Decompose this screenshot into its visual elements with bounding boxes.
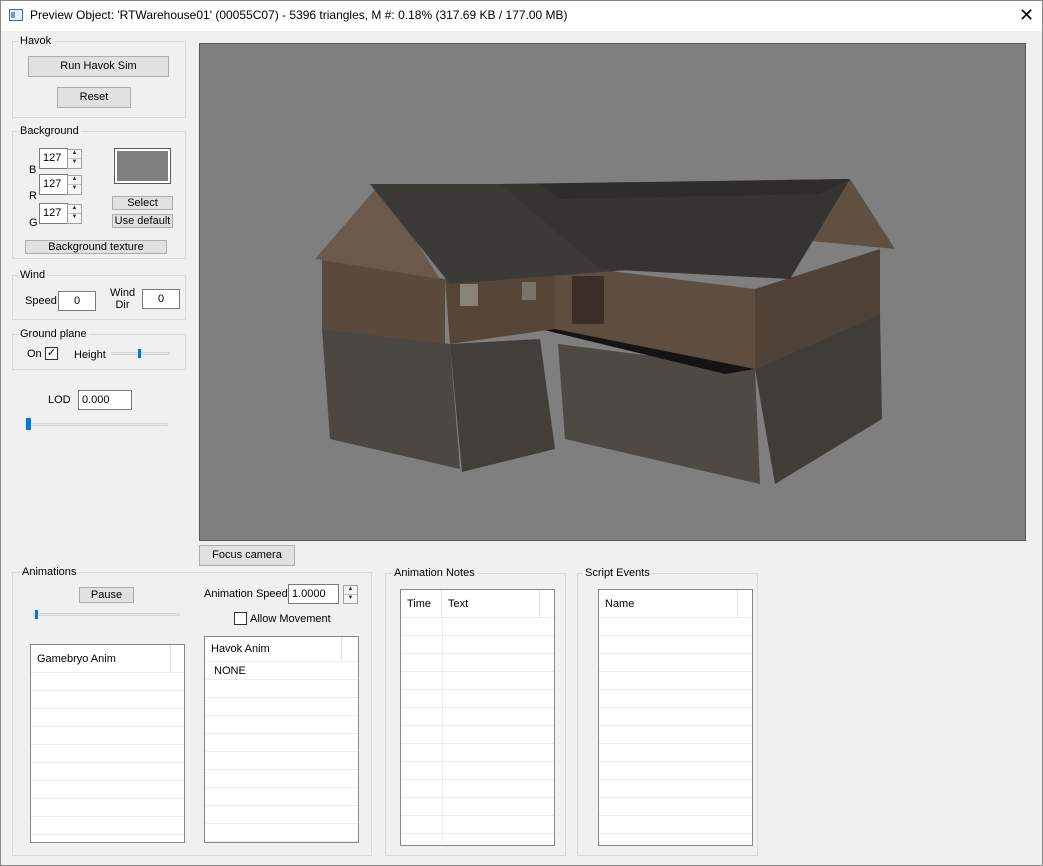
channel-g-spinner[interactable]: ▲ ▼ (67, 204, 82, 224)
background-texture-button[interactable]: Background texture (25, 240, 167, 254)
foundation-front-left (450, 339, 555, 472)
havok-anim-column[interactable]: Havok Anim (205, 637, 342, 662)
reset-button[interactable]: Reset (57, 87, 131, 108)
background-group-label: Background (18, 125, 81, 137)
chevron-up-icon[interactable]: ▲ (68, 176, 81, 185)
channel-g-label: G (29, 217, 38, 229)
chevron-down-icon[interactable]: ▼ (68, 185, 81, 194)
animation-time-slider-thumb[interactable] (35, 610, 38, 619)
animation-notes-rows (401, 618, 554, 845)
chevron-up-icon[interactable]: ▲ (344, 586, 357, 595)
gamebryo-anim-header: Gamebryo Anim (31, 645, 184, 673)
script-events-list[interactable]: Name (598, 589, 753, 846)
close-icon[interactable]: ✕ (1010, 2, 1043, 29)
gamebryo-anim-column[interactable]: Gamebryo Anim (31, 645, 171, 673)
channel-g-input[interactable]: 127 (39, 203, 68, 224)
check-icon: ✓ (46, 347, 57, 359)
allow-movement-label: Allow Movement (250, 613, 331, 625)
ground-on-checkbox[interactable]: ✓ (45, 347, 58, 360)
run-havok-sim-button[interactable]: Run Havok Sim (28, 56, 169, 77)
chevron-down-icon[interactable]: ▼ (68, 159, 81, 168)
animation-notes-column-divider (442, 618, 443, 845)
channel-r-input[interactable]: 127 (39, 174, 68, 195)
channel-b-label: B (29, 164, 37, 176)
chevron-down-icon[interactable]: ▼ (344, 595, 357, 604)
window-title: Preview Object: 'RTWarehouse01' (00055C0… (30, 8, 568, 22)
channel-b-input[interactable]: 127 (39, 148, 68, 169)
script-events-group-label: Script Events (583, 567, 652, 579)
animation-notes-list[interactable]: Time Text (400, 589, 555, 846)
ground-on-label: On (27, 348, 42, 360)
animation-speed-input[interactable]: 1.0000 (288, 584, 339, 604)
channel-r-label: R (29, 190, 37, 202)
title-bar: Preview Object: 'RTWarehouse01' (00055C0… (0, 0, 1043, 31)
wind-group-label: Wind (18, 269, 48, 281)
animation-time-slider[interactable] (33, 613, 180, 616)
wind-dir-label: Wind Dir (110, 287, 135, 311)
window-left (460, 284, 478, 306)
havok-anim-list[interactable]: Havok Anim NONE (204, 636, 359, 843)
channel-b-spinner[interactable]: ▲ ▼ (67, 149, 82, 169)
wind-speed-input[interactable]: 0 (58, 291, 96, 311)
script-events-header: Name (599, 590, 752, 618)
wind-dir-label-line1: Wind (110, 287, 136, 299)
gamebryo-anim-list[interactable]: Gamebryo Anim (30, 644, 185, 843)
havok-anim-header: Havok Anim (205, 637, 358, 662)
lod-slider[interactable] (25, 423, 168, 426)
chevron-up-icon[interactable]: ▲ (68, 150, 81, 159)
window-icon (9, 9, 23, 21)
script-events-rows (599, 618, 752, 845)
warehouse-model (315, 179, 895, 484)
havok-anim-rows: NONE (205, 662, 358, 842)
animations-group-label: Animations (20, 566, 79, 578)
animation-notes-text-column[interactable]: Text (442, 590, 540, 618)
door (572, 276, 604, 324)
channel-r-spinner[interactable]: ▲ ▼ (67, 175, 82, 195)
lod-slider-thumb[interactable] (26, 418, 31, 430)
chevron-down-icon[interactable]: ▼ (68, 214, 81, 223)
background-color-swatch[interactable] (114, 148, 171, 184)
use-default-button[interactable]: Use default (112, 214, 173, 228)
ground-height-slider-thumb[interactable] (138, 349, 141, 358)
ground-height-label: Height (74, 349, 106, 361)
animation-notes-group-label: Animation Notes (392, 567, 477, 579)
animation-speed-label: Animation Speed (204, 588, 288, 600)
focus-camera-button[interactable]: Focus camera (199, 545, 295, 566)
gamebryo-anim-rows (31, 673, 184, 842)
wind-dir-label-line2: Dir (115, 299, 130, 311)
lod-input[interactable]: 0.000 (78, 390, 132, 410)
window-mid (522, 282, 536, 300)
list-item[interactable]: NONE (205, 663, 358, 680)
animation-speed-spinner[interactable]: ▲ ▼ (343, 585, 358, 604)
wind-dir-input[interactable]: 0 (142, 289, 180, 309)
animation-notes-header: Time Text (401, 590, 554, 618)
havok-group-label: Havok (18, 35, 54, 47)
ground-plane-group-label: Ground plane (18, 328, 89, 340)
wind-speed-label: Speed (25, 295, 57, 307)
allow-movement-checkbox[interactable] (234, 612, 247, 625)
animation-notes-time-column[interactable]: Time (401, 590, 442, 618)
script-events-name-column[interactable]: Name (599, 590, 738, 618)
3d-viewport[interactable] (199, 43, 1026, 541)
lod-label: LOD (48, 394, 71, 406)
select-color-button[interactable]: Select (112, 196, 173, 210)
pause-button[interactable]: Pause (79, 587, 134, 603)
chevron-up-icon[interactable]: ▲ (68, 205, 81, 214)
foundation-left (322, 329, 460, 469)
